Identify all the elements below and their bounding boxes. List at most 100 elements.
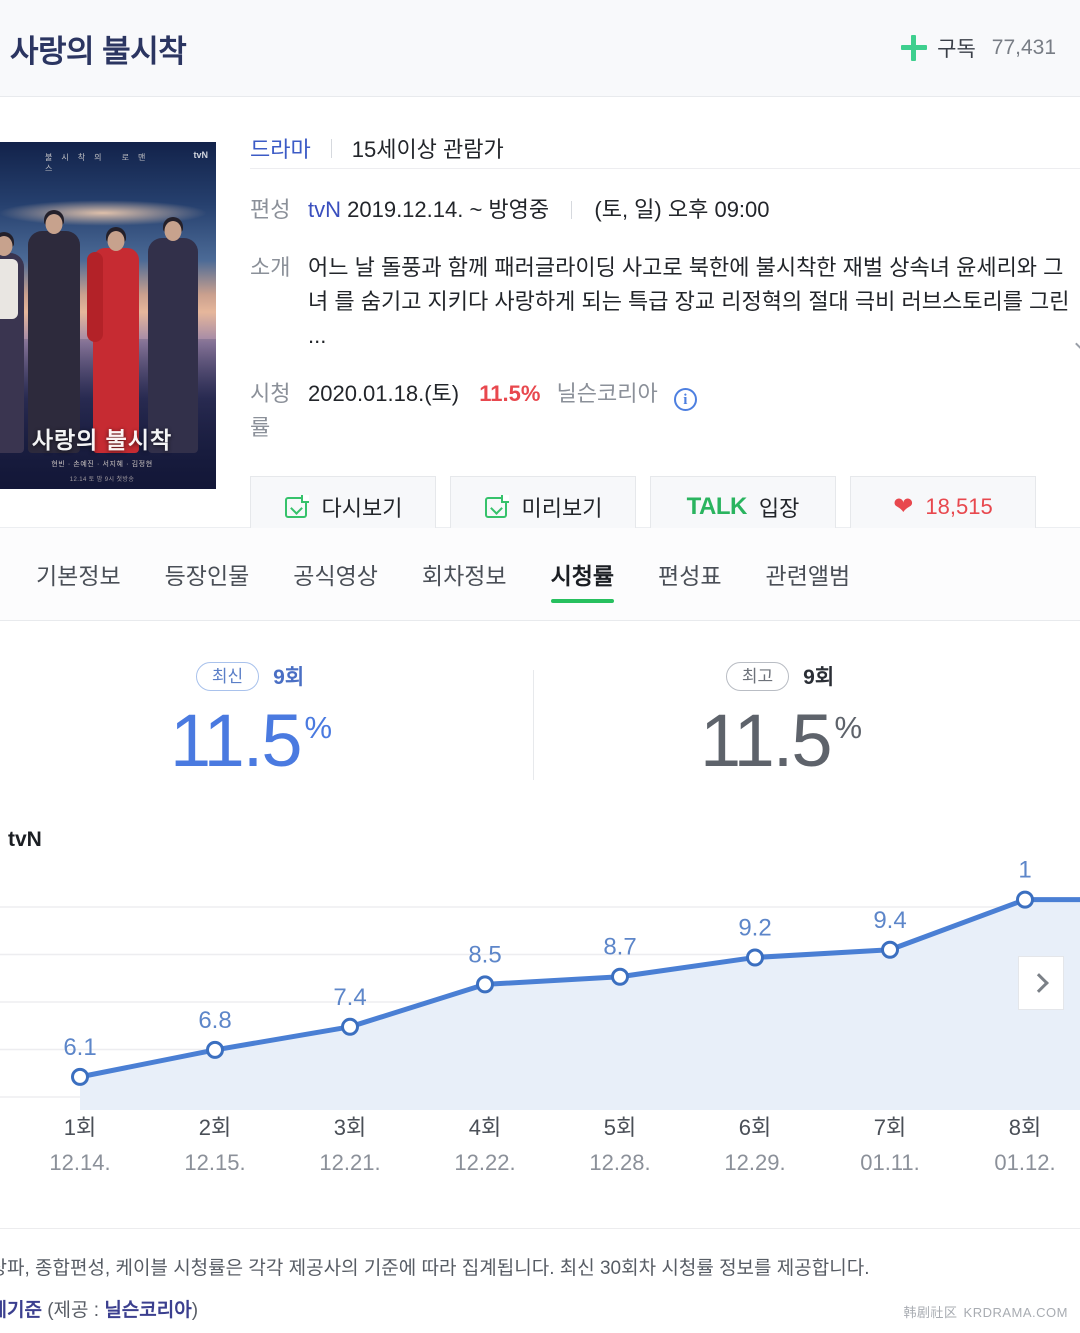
viewership-source: 닐슨코리아	[556, 381, 658, 407]
watermark-site: KRDRAMA.COM	[963, 1305, 1068, 1320]
x-tick-date: 12.15.	[184, 1150, 246, 1175]
footer-criteria-link[interactable]: 집계기준	[0, 1300, 42, 1321]
subscribe-button[interactable]: 구독 77,431	[901, 33, 1056, 63]
x-tick-date: 12.28.	[589, 1150, 651, 1175]
tab-related-album[interactable]: 관련앨범	[744, 528, 873, 621]
viewership-value-group: 2020.01.18.(토) 11.5% 닐슨코리아 i	[308, 377, 697, 412]
channel-link[interactable]: tvN	[308, 197, 341, 222]
air-time: (토, 일) 오후 09:00	[594, 197, 770, 222]
chart-point[interactable]	[611, 967, 629, 986]
chart-area-fill	[80, 899, 1080, 1110]
x-tick-date: 01.11.	[860, 1150, 920, 1175]
chart-point[interactable]	[1016, 890, 1034, 909]
chart-x-axis: 1회 12.14. 2회 12.15. 3회 12.21. 4회 12.22. 5회 12.28.…	[0, 1110, 1080, 1190]
best-unit: %	[834, 710, 862, 745]
air-period: 2019.12.14. ~ 방영중	[347, 197, 550, 222]
viewership-stats: 최신 9회 11.5% 최고 9회 11.5%	[0, 640, 1080, 810]
x-axis-tick: 2회 12.15.	[155, 1110, 275, 1176]
video-box-icon	[484, 494, 510, 520]
subscribe-label: 구독	[937, 38, 976, 61]
subscribe-count: 77,431	[991, 36, 1056, 59]
stat-latest-head: 최신 9회	[40, 658, 460, 694]
chart-point[interactable]	[71, 1067, 89, 1086]
x-tick-episode: 4회	[468, 1115, 502, 1140]
schedule-row: 편성 tvN 2019.12.14. ~ 방영중 (토, 일) 오후 09:00	[250, 193, 1080, 227]
x-tick-episode: 1회	[63, 1115, 97, 1140]
latest-unit: %	[304, 710, 332, 745]
tab-basic-info[interactable]: 기본정보	[14, 528, 143, 621]
synopsis-line-2: 를 숨기고 지키다 사랑하게 되는 특급 장교 리정혁의 절대 극비 러브스토리…	[308, 289, 1070, 349]
x-tick-episode: 8회	[1008, 1115, 1042, 1140]
chart-point[interactable]	[746, 948, 764, 967]
x-axis-tick: 7회 01.11.	[830, 1110, 950, 1176]
chart-point-label: 8.5	[468, 941, 501, 968]
schedule-value: tvN 2019.12.14. ~ 방영중 (토, 일) 오후 09:00	[308, 193, 770, 227]
footer-provider-name: 닐슨코리아	[104, 1300, 192, 1321]
page-header: 사랑의 불시착 구독 77,431	[0, 0, 1080, 97]
latest-badge: 최신	[195, 661, 260, 691]
best-value-group: 11.5%	[570, 704, 990, 778]
latest-value-group: 11.5%	[40, 704, 460, 778]
footer-provider-suffix: )	[191, 1300, 199, 1321]
drama-info-section: 불시착의 로맨스 tvN 사랑의 불시착 현빈 · 손예진 · 서지혜 · 김정…	[0, 98, 1080, 538]
chart-point-label: 6.1	[63, 1034, 96, 1061]
tab-schedule[interactable]: 편성표	[636, 528, 743, 621]
chart-point[interactable]	[476, 975, 494, 994]
poster-tagline: 불시착의 로맨스	[45, 153, 155, 173]
tab-viewership[interactable]: 시청률	[529, 528, 636, 621]
poster-network-logo: tvN	[193, 150, 208, 160]
poster-figure-2	[28, 210, 80, 453]
heart-icon: ❤	[893, 493, 914, 521]
chart-point-label: 8.7	[603, 934, 636, 961]
tab-official-video[interactable]: 공식영상	[271, 528, 400, 621]
chart-point[interactable]	[881, 940, 899, 959]
tab-bar: 기본정보 등장인물 공식영상 회차정보 시청률 편성표 관련앨범	[0, 528, 1080, 621]
viewership-rating: 11.5%	[479, 381, 541, 407]
synopsis-row: 소개 어느 날 돌풍과 함께 패러글라이딩 사고로 북한에 불시착한 재벌 상속…	[250, 251, 1080, 355]
best-badge: 최고	[725, 661, 790, 691]
preview-label: 미리보기	[521, 495, 603, 521]
page-title: 사랑의 불시착	[10, 33, 187, 69]
chevron-right-icon	[1029, 973, 1049, 993]
divider	[571, 201, 573, 219]
talk-enter-label: 입장	[758, 495, 800, 521]
tab-episode-info[interactable]: 회차정보	[400, 528, 529, 621]
viewership-row: 시청률 2020.01.18.(토) 11.5% 닐슨코리아 i	[250, 377, 1080, 445]
poster-image[interactable]: 불시착의 로맨스 tvN 사랑의 불시착 현빈 · 손예진 · 서지혜 · 김정…	[0, 142, 216, 489]
chart-svg: 6.1 6.8 7.4 8.5 8.7 9.2 9.4 1	[0, 860, 1080, 1110]
stat-latest: 최신 9회 11.5%	[40, 658, 460, 778]
x-tick-date: 12.14.	[49, 1150, 111, 1175]
chevron-down-icon[interactable]	[1075, 334, 1080, 355]
x-tick-date: 01.12.	[994, 1150, 1056, 1175]
poster-title: 사랑의 불시착	[31, 427, 173, 453]
rewatch-label: 다시보기	[321, 495, 403, 521]
chart-point-label: 1	[1018, 860, 1031, 884]
info-circle-icon[interactable]: i	[673, 388, 697, 412]
synopsis-label: 소개	[250, 255, 291, 281]
divider-line	[250, 168, 1080, 169]
chart-point-label: 9.4	[873, 907, 906, 934]
chart-point-label: 9.2	[738, 914, 771, 941]
next-page-arrow[interactable]	[1018, 956, 1064, 1010]
tab-characters[interactable]: 등장인물	[143, 528, 272, 621]
x-tick-episode: 2회	[198, 1115, 232, 1140]
footer-note-1: 지상파, 종합편성, 케이블 시청률은 각각 제공사의 기준에 따라 집계됩니다…	[0, 1258, 870, 1279]
plus-icon	[901, 35, 928, 61]
x-axis-tick: 3회 12.21.	[290, 1110, 410, 1176]
x-tick-episode: 7회	[873, 1115, 907, 1140]
video-box-icon	[284, 494, 310, 520]
chart-point[interactable]	[206, 1040, 224, 1059]
best-episode: 9회	[803, 666, 835, 689]
talk-brand-label: TALK	[686, 492, 748, 520]
genre-link[interactable]: 드라마	[250, 132, 311, 164]
poster-credits: 현빈 · 손예진 · 서지혜 · 김정현	[51, 461, 153, 468]
viewership-date: 2020.01.18.(토)	[308, 381, 460, 407]
genre-row: 드라마 15세이상 관람가	[250, 98, 1080, 162]
divider	[533, 670, 534, 780]
chart-point-label: 6.8	[198, 1007, 231, 1034]
drama-detail-page: 사랑의 불시착 구독 77,431 불시착의 로맨스 tvN 사랑의 불시착 현…	[0, 0, 1080, 1333]
best-value: 11.5	[699, 699, 833, 782]
chart-point[interactable]	[341, 1017, 359, 1036]
chart-point-label: 7.4	[333, 984, 366, 1011]
synopsis-text: 어느 날 돌풍과 함께 패러글라이딩 사고로 북한에 불시착한 재벌 상속녀 윤…	[308, 251, 1080, 355]
